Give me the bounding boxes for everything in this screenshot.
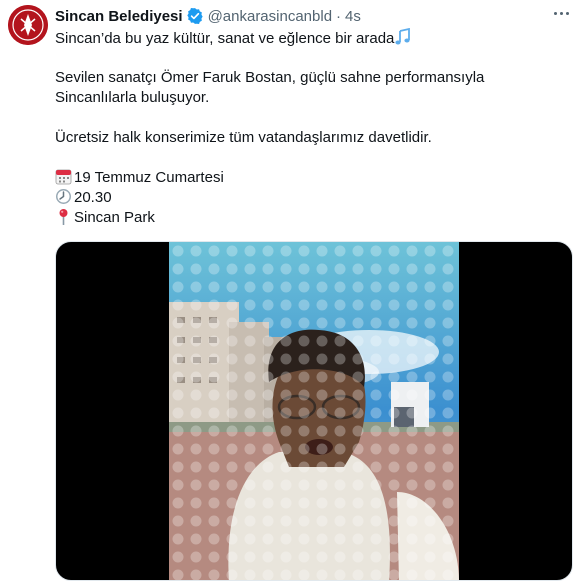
tweet-line-1: Sincan’da bu yaz kültür, sanat ve eğlenc… — [55, 28, 555, 48]
music-notes-icon — [395, 28, 411, 45]
tweet-header: Sincan Belediyesi @ankarasincanbld · 4s — [55, 6, 572, 26]
calendar-icon — [55, 169, 72, 185]
tweet-line-3: Sincanlılarla buluşuyor. — [55, 89, 210, 106]
timestamp[interactable]: 4s — [345, 8, 361, 25]
tweet-line-5: 19 Temmuz Cumartesi — [55, 168, 555, 188]
tweet-line-7: Sincan Park — [55, 208, 555, 228]
verified-badge-icon — [186, 8, 203, 24]
author-handle[interactable]: @ankarasincanbld — [208, 8, 332, 25]
avatar[interactable] — [8, 5, 48, 45]
more-options-icon[interactable] — [550, 4, 572, 22]
tweet-line-4: Ücretsiz halk konserimize tüm vatandaşla… — [55, 129, 432, 146]
municipality-logo-icon — [8, 5, 48, 45]
clock-icon — [56, 189, 71, 204]
tweet-line-1-text: Sincan’da bu yaz kültür, sanat ve eğlenc… — [55, 30, 395, 47]
separator-dot: · — [336, 7, 342, 25]
tweet-line-2: Sevilen sanatçı Ömer Faruk Bostan, güçlü… — [55, 69, 485, 86]
location-pin-icon — [59, 209, 68, 225]
tweet-line-6-text: 20.30 — [74, 189, 112, 206]
tweet-text: Sincan’da bu yaz kültür, sanat ve eğlenc… — [55, 28, 555, 228]
author-name[interactable]: Sincan Belediyesi — [55, 8, 183, 25]
tweet-line-7-text: Sincan Park — [74, 209, 155, 226]
video-thumbnail-image — [169, 242, 459, 580]
tweet-line-6: 20.30 — [55, 188, 555, 208]
video-frame — [169, 242, 459, 580]
tweet-line-5-text: 19 Temmuz Cumartesi — [74, 169, 224, 186]
video-player[interactable] — [55, 241, 573, 581]
